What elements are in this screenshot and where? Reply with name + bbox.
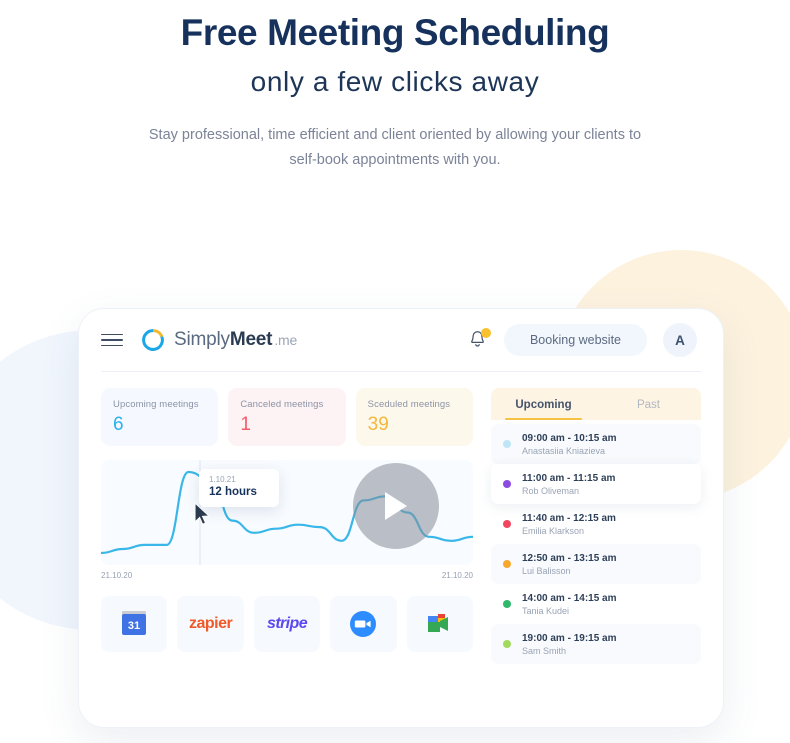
booking-website-button[interactable]: Booking website bbox=[503, 324, 647, 356]
tooltip-date: 1.10.21 bbox=[209, 475, 236, 484]
meeting-details: 11:40 am - 12:15 am Emilia Klarkson bbox=[522, 513, 616, 536]
simplymeet-ring-icon bbox=[142, 329, 164, 351]
stat-value: 6 bbox=[113, 414, 124, 435]
stat-label: Sceduled meetings bbox=[367, 399, 451, 410]
brand-prefix: Simply bbox=[174, 329, 230, 350]
brand-logo[interactable]: SimplyMeet .me bbox=[141, 328, 297, 352]
zoom-icon[interactable] bbox=[330, 596, 397, 652]
hamburger-menu-icon[interactable] bbox=[101, 333, 123, 347]
meeting-attendee: Sam Smith bbox=[522, 645, 567, 656]
stat-card-upcoming[interactable]: Upcoming meetings 6 bbox=[101, 388, 219, 446]
chart-axis-labels: 21.10.20 21.10.20 bbox=[101, 571, 473, 580]
meeting-time: 19:00 am - 19:15 am bbox=[522, 632, 617, 644]
page-subtitle: only a few clicks away bbox=[250, 66, 540, 98]
hero-description: Stay professional, time efficient and cl… bbox=[148, 126, 642, 168]
meetings-panel: Upcoming Past 09:00 am - 10:15 am Anastas… bbox=[491, 388, 701, 664]
meeting-details: 09:00 am - 10:15 am Anastasiia Kniazieva bbox=[522, 433, 617, 456]
avatar[interactable]: A bbox=[663, 323, 697, 357]
notification-badge-dot bbox=[480, 328, 491, 338]
meeting-attendee: Rob Oliveman bbox=[522, 485, 580, 496]
google-calendar-icon[interactable]: 31 bbox=[101, 596, 168, 652]
stat-value: 1 bbox=[240, 414, 251, 435]
meetings-list: 09:00 am - 10:15 am Anastasiia Kniazieva 1… bbox=[491, 424, 701, 664]
meeting-status-dot bbox=[503, 440, 511, 448]
meeting-list-item[interactable]: 14:00 am - 14:15 am Tania Kudei bbox=[491, 584, 701, 624]
meeting-attendee: Tania Kudei bbox=[522, 605, 570, 616]
activity-chart[interactable]: 1.10.21 12 hours bbox=[101, 460, 473, 565]
app-preview-card: SimplyMeet .me Booking website A Upcomin… bbox=[78, 308, 724, 728]
app-body: Upcoming meetings 6 Canceled meetings 1 … bbox=[79, 372, 723, 664]
play-button-icon[interactable] bbox=[353, 463, 439, 549]
tab-past[interactable]: Past bbox=[596, 388, 701, 420]
stat-label: Upcoming meetings bbox=[113, 399, 199, 410]
meeting-time: 11:40 am - 12:15 am bbox=[522, 512, 616, 524]
hero-section: Free Meeting Scheduling only a few click… bbox=[0, 0, 790, 173]
chart-tooltip: 1.10.21 12 hours bbox=[199, 469, 279, 507]
meeting-details: 12:50 am - 13:15 am Lui Balisson bbox=[522, 553, 617, 576]
meeting-time: 11:00 am - 11:15 am bbox=[522, 472, 616, 484]
meeting-time: 12:50 am - 13:15 am bbox=[522, 552, 617, 564]
meeting-attendee: Anastasiia Kniazieva bbox=[522, 445, 606, 456]
cta-section: Sign up for free Free Forever for Indivi… bbox=[0, 187, 790, 465]
meeting-status-dot bbox=[503, 600, 511, 608]
app-header: SimplyMeet .me Booking website A bbox=[79, 309, 723, 371]
stat-card-scheduled[interactable]: Sceduled meetings 39 bbox=[355, 388, 473, 446]
google-meet-icon[interactable] bbox=[406, 596, 474, 652]
landing-page: Free Meeting Scheduling only a few click… bbox=[0, 0, 790, 743]
meeting-status-dot bbox=[503, 480, 511, 488]
page-title: Free Meeting Scheduling bbox=[180, 12, 610, 53]
axis-label-right: 21.10.20 bbox=[441, 571, 473, 580]
meeting-list-item[interactable]: 12:50 am - 13:15 am Lui Balisson bbox=[491, 544, 701, 584]
dashboard-left-column: Upcoming meetings 6 Canceled meetings 1 … bbox=[101, 388, 474, 664]
tooltip-value: 12 hours bbox=[209, 486, 257, 498]
notification-bell-icon[interactable] bbox=[468, 328, 491, 351]
svg-text:31: 31 bbox=[128, 620, 140, 632]
brand-bold: Meet bbox=[229, 329, 273, 350]
meetings-tabs: Upcoming Past bbox=[491, 388, 701, 420]
axis-label-left: 21.10.20 bbox=[101, 571, 133, 580]
app-header-actions: Booking website A bbox=[468, 323, 697, 357]
stat-value: 39 bbox=[367, 414, 389, 435]
meeting-attendee: Emilia Klarkson bbox=[522, 525, 585, 536]
brand-suffix: .me bbox=[274, 332, 298, 348]
stat-card-canceled[interactable]: Canceled meetings 1 bbox=[228, 388, 346, 446]
meeting-list-item[interactable]: 11:00 am - 11:15 am Rob Oliveman bbox=[491, 464, 701, 504]
brand-text: SimplyMeet .me bbox=[174, 329, 297, 351]
meeting-time: 14:00 am - 14:15 am bbox=[522, 592, 617, 604]
meeting-list-item[interactable]: 11:40 am - 12:15 am Emilia Klarkson bbox=[491, 504, 701, 544]
meeting-status-dot bbox=[503, 560, 511, 568]
meeting-time: 09:00 am - 10:15 am bbox=[522, 432, 617, 444]
zapier-label: zapier bbox=[188, 615, 233, 632]
meeting-list-item[interactable]: 09:00 am - 10:15 am Anastasiia Kniazieva bbox=[491, 424, 701, 464]
meeting-status-dot bbox=[503, 520, 511, 528]
meeting-details: 14:00 am - 14:15 am Tania Kudei bbox=[522, 593, 617, 616]
meeting-attendee: Lui Balisson bbox=[522, 565, 571, 576]
meeting-details: 11:00 am - 11:15 am Rob Oliveman bbox=[522, 473, 615, 496]
stripe-label: stripe bbox=[267, 615, 308, 632]
meeting-status-dot bbox=[503, 640, 511, 648]
meeting-details: 19:00 am - 19:15 am Sam Smith bbox=[522, 633, 617, 656]
stats-row: Upcoming meetings 6 Canceled meetings 1 … bbox=[101, 388, 473, 446]
zapier-icon[interactable]: zapier bbox=[177, 596, 244, 652]
stat-label: Canceled meetings bbox=[240, 399, 324, 410]
integrations-row: 31 zapier stripe bbox=[101, 596, 474, 652]
tab-upcoming[interactable]: Upcoming bbox=[491, 388, 596, 420]
stripe-icon[interactable]: stripe bbox=[253, 596, 321, 652]
meeting-list-item[interactable]: 19:00 am - 19:15 am Sam Smith bbox=[491, 624, 701, 664]
